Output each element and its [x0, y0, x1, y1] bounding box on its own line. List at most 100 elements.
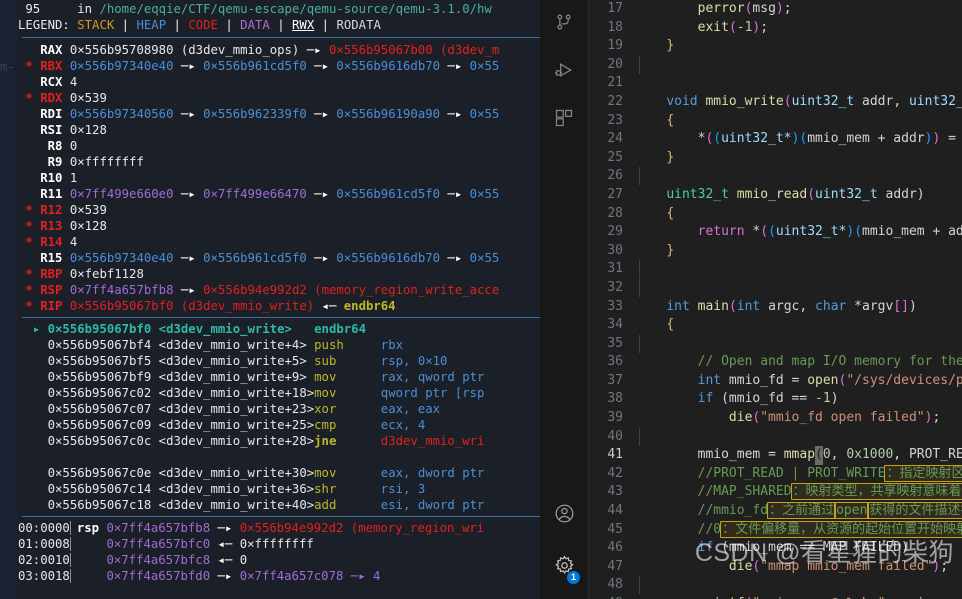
code-line-text: if (mmio_fd == -1)	[635, 390, 962, 409]
sidebar-item-accounts[interactable]	[540, 491, 588, 539]
register-name: * RBP	[18, 267, 70, 281]
stack-offset: 00:0000	[18, 521, 70, 535]
sidebar-item-manage-settings[interactable]: 1	[540, 543, 588, 591]
code-line-text	[635, 55, 962, 77]
code-line-text: {	[635, 112, 962, 131]
register-name: R15	[18, 251, 70, 265]
code-token: int	[666, 298, 690, 314]
code-line-text: if (mmio_mem == MAP_FAILED)	[635, 539, 962, 558]
code-line[interactable]: 33 int main(int argc, char *argv[])	[589, 298, 962, 317]
code-line[interactable]: 29 return *((uint32_t*)(mmio_mem + addr)…	[589, 223, 962, 242]
terminal-ghost-text: m-	[0, 60, 15, 74]
register-row: RDI 0×556b97340560 ─▸ 0×556b962339f0 ─▸ …	[18, 106, 540, 122]
register-name: * RDX	[18, 91, 70, 105]
code-lines[interactable]: 17 perror(msg); 18 exit(-1); 19 } 20 21 22 v…	[589, 0, 962, 599]
current-instruction-marker	[18, 386, 48, 400]
stack-register-name: rsp	[76, 521, 107, 535]
code-token: -1	[815, 391, 831, 407]
code-line-text	[635, 576, 962, 597]
stack-register-name	[77, 537, 107, 551]
legend-item-stack: STACK	[77, 18, 115, 32]
code-line[interactable]: 31	[589, 260, 962, 279]
code-line[interactable]: 18 exit(-1);	[589, 19, 962, 38]
code-token: }	[666, 149, 675, 165]
code-line[interactable]: 24 *((uint32_t*)(mmio_mem + addr)) = val…	[589, 130, 962, 149]
arrow-icon: ─▸	[299, 43, 329, 57]
code-line[interactable]: 46 if (mmio_mem == MAP_FAILED)	[589, 539, 962, 558]
terminal-frame-line: 95 in /home/eqqie/CTF/qemu-escape/qemu-s…	[18, 1, 540, 17]
code-line[interactable]: 25 }	[589, 149, 962, 168]
register-name: * RBX	[18, 59, 70, 73]
disasm-address: 0×556b95067bf4 <d3dev_mmio_write+4>	[47, 338, 315, 352]
code-line[interactable]: 17 perror(msg);	[589, 0, 962, 19]
code-line[interactable]: 45 //0：文件偏移量，从资源的起始位置开始映射。	[589, 520, 962, 540]
stack-separator	[69, 553, 71, 567]
code-line[interactable]: 43 //MAP_SHARED：映射类型，共享映射意味着对映射区域	[589, 483, 962, 502]
sidebar-item-run-and-debug[interactable]	[540, 48, 588, 96]
register-row: RSI 0×128	[18, 122, 540, 138]
code-line-text: }	[635, 149, 962, 168]
sidebar-item-source-control[interactable]	[540, 0, 588, 48]
legend-separator: |	[269, 18, 293, 32]
code-token: )	[775, 1, 784, 16]
code-line[interactable]: 32	[589, 278, 962, 298]
legend-label: LEGEND:	[18, 18, 78, 32]
code-line[interactable]: 21	[589, 74, 962, 93]
code-line[interactable]: 47 die("mmap mmio_mem failed");	[589, 558, 962, 577]
code-line[interactable]: 19 }	[589, 37, 962, 56]
disasm-address: 0×556b95067c14 <d3dev_mmio_write+36>	[47, 482, 315, 496]
gdb-terminal-pane[interactable]: m- 95 in /home/eqqie/CTF/qemu-escape/qem…	[0, 0, 540, 599]
terminal-output[interactable]: 95 in /home/eqqie/CTF/qemu-escape/qemu-s…	[18, 0, 540, 599]
code-line[interactable]: 44 //mmio_fd：之前通过open获得的文件描述符。	[589, 502, 962, 521]
code-line[interactable]: 30 }	[589, 242, 962, 261]
sidebar-item-extensions[interactable]	[540, 96, 588, 144]
code-line[interactable]: 37 int mmio_fd = open("/sys/devices/pci0…	[589, 372, 962, 391]
line-number: 30	[607, 242, 623, 258]
code-token: mmap	[783, 447, 816, 463]
stack-target: 0	[239, 553, 248, 567]
code-line-text: *((uint32_t*)(mmio_mem + addr)) = value;	[635, 130, 962, 149]
line-number: 40	[607, 428, 623, 444]
code-editor[interactable]: 17 perror(msg); 18 exit(-1); 19 } 20 21 22 v…	[589, 0, 962, 599]
register-row: R11 0×7ff499e660e0 ─▸ 0×7ff499e66470 ─▸ …	[18, 186, 540, 202]
disasm-row	[18, 449, 540, 465]
code-line[interactable]: 22 void mmio_write(uint32_t addr, uint32…	[589, 93, 962, 112]
code-line[interactable]: 41 mmio_mem = mmap(0, 0x1000, PROT_READ …	[589, 446, 962, 465]
code-line[interactable]: 49 printf("mmio_mem @ %p\n", mmio_mem);	[589, 595, 962, 599]
legend-item-data: DATA	[240, 18, 270, 32]
code-line[interactable]: 27 uint32_t mmio_read(uint32_t addr)	[589, 186, 962, 205]
arrow-icon: ─▸	[173, 107, 204, 121]
code-line[interactable]: 23 {	[589, 112, 962, 131]
code-line[interactable]: 42 //PROT_READ | PROT_WRITE：指定映射区域的访问权	[589, 464, 962, 484]
register-row: RAX 0×556b95708980 (d3dev_mmio_ops) ─▸ 0…	[18, 42, 540, 58]
code-line[interactable]: 20	[589, 55, 962, 77]
code-line[interactable]: 39 die("mmio_fd open failed");	[589, 409, 962, 428]
stack-offset: 03:0018	[18, 569, 70, 583]
code-line[interactable]: 26	[589, 167, 962, 186]
code-line[interactable]: 40	[589, 427, 962, 447]
code-line[interactable]: 28 {	[589, 205, 962, 224]
stack-row: 02:0010 0×7ff4a657bfc8 ◂─ 0	[18, 552, 540, 568]
code-line[interactable]: 38 if (mmio_fd == -1)	[589, 390, 962, 409]
code-line[interactable]: 35	[589, 334, 962, 354]
register-value: 0×128	[69, 123, 107, 137]
highlight-box: ：之前通过	[767, 502, 837, 520]
current-instruction-marker	[18, 466, 48, 480]
highlight-box: open	[834, 502, 870, 520]
code-line[interactable]: 34 {	[589, 316, 962, 335]
code-token: uint32_t	[815, 186, 878, 202]
code-token: []	[893, 298, 909, 314]
legend-separator: |	[314, 18, 337, 32]
disasm-mnemonic: sub	[314, 354, 381, 368]
line-number: 38	[607, 391, 623, 407]
code-line[interactable]: 48	[589, 576, 962, 595]
stack-register-name	[77, 569, 107, 583]
app-root: m- 95 in /home/eqqie/CTF/qemu-escape/qem…	[0, 0, 962, 599]
disasm-address: 0×556b95067bf5 <d3dev_mmio_write+5>	[47, 354, 315, 368]
code-line[interactable]: 36 // Open and map I/O memory for the st…	[589, 353, 962, 372]
